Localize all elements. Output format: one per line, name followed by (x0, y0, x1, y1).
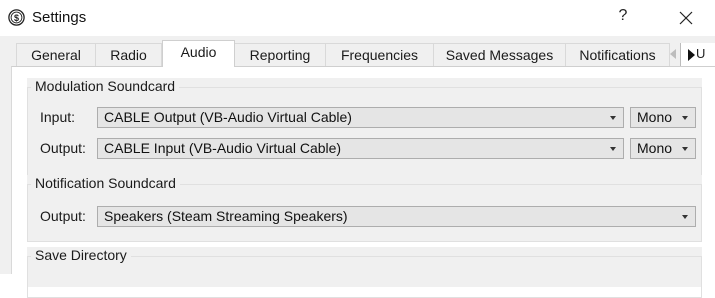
svg-text:$: $ (14, 13, 19, 23)
notification-group-title: Notification Soundcard (31, 175, 180, 191)
notification-output-device-value: Speakers (Steam Streaming Speakers) (104, 208, 348, 224)
tab-reporting[interactable]: Reporting (234, 43, 326, 66)
tab-audio[interactable]: Audio (162, 40, 235, 67)
modulation-output-channel-value: Mono (637, 140, 673, 156)
tab-content-pane: Modulation Soundcard Input: CABLE Output… (11, 66, 715, 298)
save-directory-group-title: Save Directory (31, 247, 131, 263)
help-button[interactable]: ? (613, 7, 633, 29)
chevron-down-icon (610, 147, 616, 151)
modulation-output-channel-select[interactable]: Mono (630, 138, 696, 159)
chevron-down-icon (682, 215, 688, 219)
tab-notifications[interactable]: Notifications (565, 43, 670, 66)
modulation-input-channel-select[interactable]: Mono (630, 107, 696, 128)
triangle-left-icon[interactable] (666, 44, 680, 64)
modulation-output-label: Output: (40, 140, 86, 156)
save-directory-group: Save Directory (27, 247, 702, 298)
modulation-output-device-value: CABLE Input (VB-Audio Virtual Cable) (104, 140, 342, 156)
chevron-down-icon (610, 116, 616, 120)
modulation-input-label: Input: (40, 109, 76, 125)
title-bar: $ Settings ? (0, 0, 715, 36)
tab-general[interactable]: General (16, 43, 96, 66)
notification-soundcard-group: Notification Soundcard Output: Speakers … (27, 175, 702, 242)
tab-scroll-right-button[interactable]: U (680, 43, 715, 66)
chevron-down-icon (682, 147, 688, 151)
modulation-input-device-select[interactable]: CABLE Output (VB-Audio Virtual Cable) (97, 107, 624, 128)
tab-frequencies[interactable]: Frequencies (325, 43, 434, 66)
modulation-soundcard-group: Modulation Soundcard Input: CABLE Output… (27, 78, 702, 183)
close-icon[interactable] (674, 6, 698, 30)
notification-output-label: Output: (40, 208, 86, 224)
modulation-input-channel-value: Mono (637, 109, 673, 125)
dollar-circle-icon: $ (8, 9, 25, 26)
triangle-right-icon (688, 49, 695, 61)
window-title: Settings (32, 9, 87, 26)
tab-saved-messages[interactable]: Saved Messages (433, 43, 566, 66)
modulation-input-device-value: CABLE Output (VB-Audio Virtual Cable) (104, 109, 352, 125)
tab-overflow-text: U (696, 46, 706, 61)
notification-output-device-select[interactable]: Speakers (Steam Streaming Speakers) (97, 206, 696, 227)
chevron-down-icon (682, 116, 688, 120)
modulation-output-device-select[interactable]: CABLE Input (VB-Audio Virtual Cable) (97, 138, 624, 159)
tab-radio[interactable]: Radio (95, 43, 162, 66)
modulation-group-border (27, 87, 702, 183)
modulation-group-title: Modulation Soundcard (31, 78, 180, 94)
